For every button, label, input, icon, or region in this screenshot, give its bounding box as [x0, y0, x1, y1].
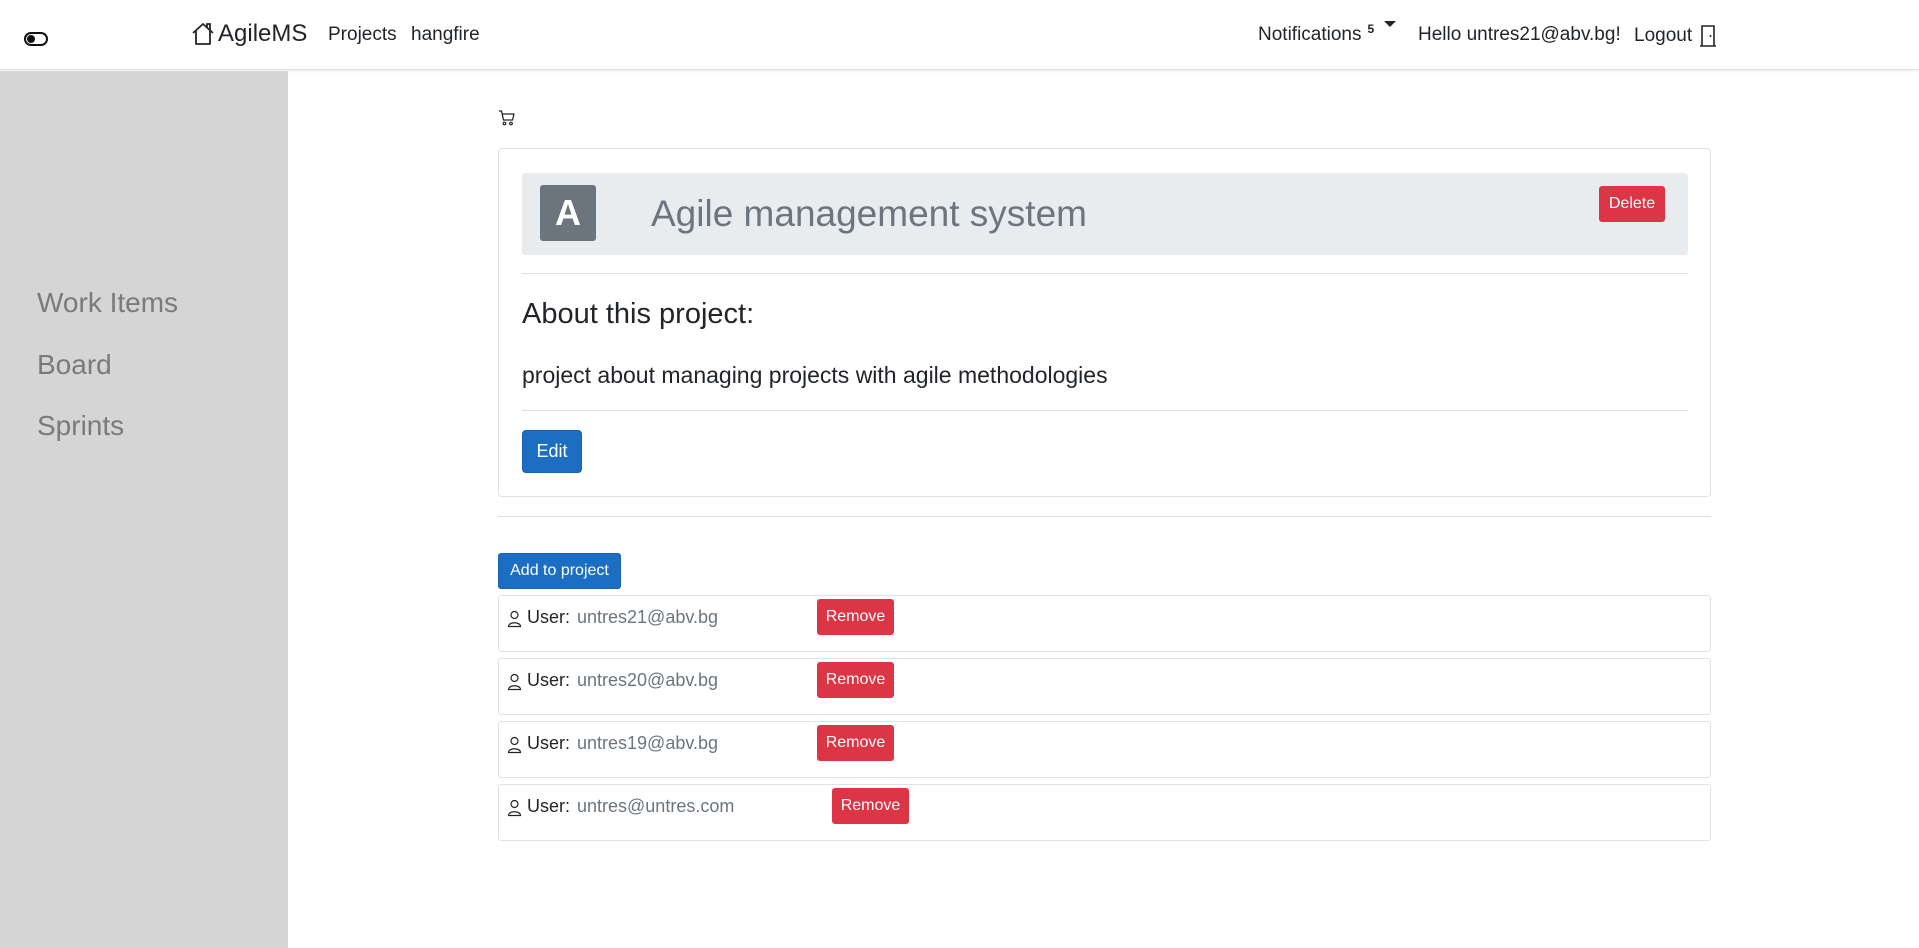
user-row: User: untres21@abv.bg Remove — [498, 595, 1711, 652]
brand-label: AgileMS — [218, 20, 308, 47]
edit-button[interactable]: Edit — [522, 430, 582, 473]
sidebar-item-sprints[interactable]: Sprints — [37, 410, 124, 442]
user-label: User: — [527, 607, 571, 627]
remove-button[interactable]: Remove — [817, 662, 894, 698]
chevron-down-icon[interactable] — [1384, 21, 1396, 27]
person-icon — [507, 610, 522, 628]
user-label: User: — [527, 796, 571, 816]
top-navbar: AgileMS Projects hangfire Notifications … — [0, 0, 1919, 70]
sidebar: Work Items Board Sprints — [0, 71, 288, 948]
logout-button[interactable]: Logout — [1634, 24, 1718, 48]
user-row: User: untres20@abv.bg Remove — [498, 658, 1711, 715]
user-row: User: untres@untres.com Remove — [498, 784, 1711, 841]
user-label: User: — [527, 733, 571, 753]
brand-link[interactable]: AgileMS — [190, 20, 307, 48]
project-description: project about managing projects with agi… — [522, 362, 1108, 388]
notifications-dropdown[interactable]: Notifications 5 — [1258, 22, 1375, 46]
about-heading: About this project: — [522, 298, 755, 330]
user-row: User: untres19@abv.bg Remove — [498, 721, 1711, 778]
sidebar-item-board[interactable]: Board — [37, 349, 112, 381]
remove-button[interactable]: Remove — [817, 725, 894, 761]
cart-icon[interactable] — [498, 109, 516, 127]
notifications-count-badge: 5 — [1367, 22, 1375, 36]
person-icon — [507, 736, 522, 754]
add-to-project-button[interactable]: Add to project — [498, 553, 621, 589]
divider — [522, 410, 1688, 411]
section-divider — [498, 516, 1711, 517]
project-card: A Agile management system Delete About t… — [498, 148, 1711, 497]
user-greeting[interactable]: Hello untres21@abv.bg! — [1418, 24, 1621, 46]
delete-button[interactable]: Delete — [1599, 186, 1665, 222]
user-email: untres@untres.com — [577, 796, 735, 816]
remove-button[interactable]: Remove — [817, 599, 894, 635]
user-email: untres21@abv.bg — [577, 607, 719, 627]
project-avatar: A — [540, 185, 596, 241]
door-icon — [1700, 25, 1717, 47]
divider — [522, 273, 1688, 274]
sidebar-item-work-items[interactable]: Work Items — [37, 287, 178, 319]
person-icon — [507, 673, 522, 691]
person-icon — [507, 799, 522, 817]
notifications-label: Notifications — [1258, 24, 1362, 45]
project-title: Agile management system — [651, 193, 1087, 234]
user-email: untres19@abv.bg — [577, 733, 719, 753]
user-label: User: — [527, 670, 571, 690]
project-header: A Agile management system Delete — [522, 173, 1688, 255]
home-icon — [192, 23, 214, 45]
logout-label: Logout — [1634, 25, 1693, 46]
remove-button[interactable]: Remove — [832, 788, 909, 824]
nav-projects-link[interactable]: Projects — [328, 24, 397, 46]
user-email: untres20@abv.bg — [577, 670, 719, 690]
theme-toggle-icon[interactable] — [24, 32, 48, 46]
nav-hangfire-link[interactable]: hangfire — [411, 24, 480, 46]
